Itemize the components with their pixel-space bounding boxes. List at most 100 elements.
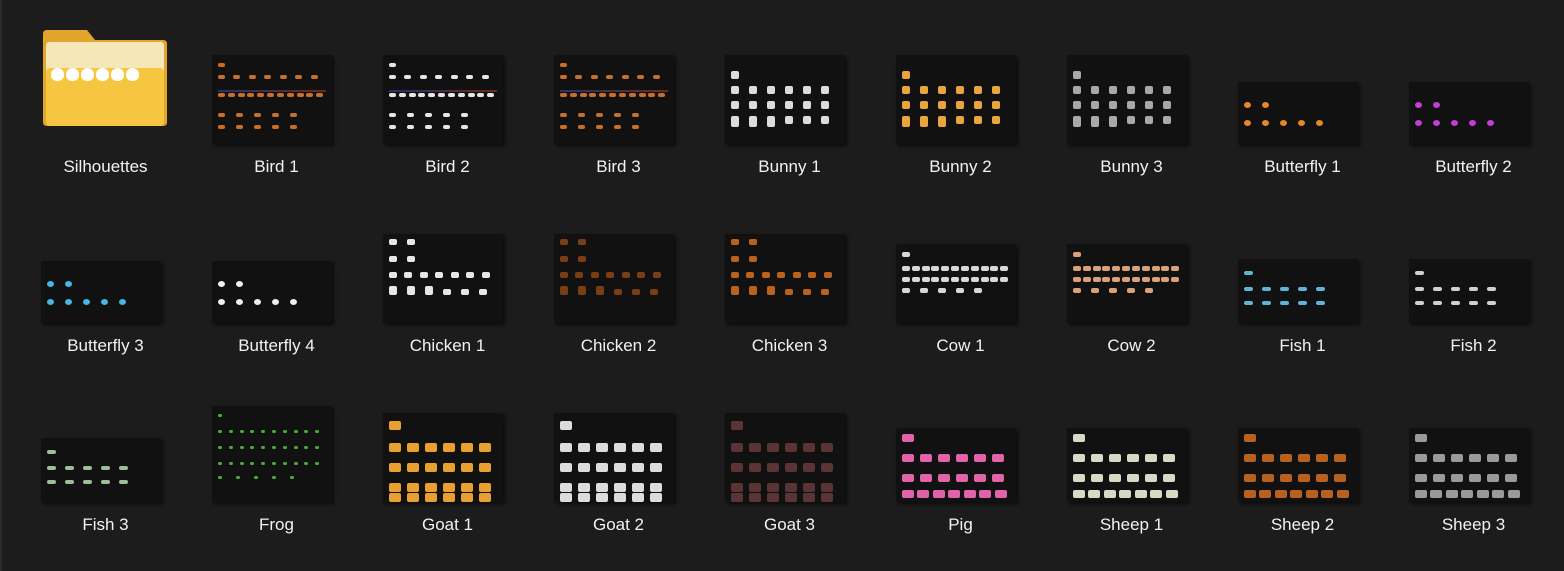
- sprite-sheet-thumbnail: [212, 406, 332, 502]
- sprite-frame: [648, 93, 656, 97]
- sprite-frame: [1145, 454, 1157, 462]
- sprite-frame: [65, 299, 72, 305]
- item-name: Bird 2: [425, 157, 470, 176]
- sprite-frame: [248, 75, 256, 79]
- sprite-frame: [948, 490, 961, 498]
- file-item[interactable]: Sheep 3: [1388, 358, 1559, 537]
- sprite-frame: [1415, 287, 1424, 291]
- sprite-frame: [315, 446, 320, 449]
- file-item[interactable]: Chicken 2: [533, 179, 704, 358]
- sprite-frame: [596, 113, 603, 117]
- sprite-frame: [272, 462, 276, 465]
- sprite-frame: [821, 483, 833, 492]
- sprite-frame: [1507, 490, 1520, 498]
- file-item[interactable]: Bird 1: [191, 0, 362, 179]
- sprite-frame: [992, 454, 1004, 462]
- file-item[interactable]: Goat 1: [362, 358, 533, 537]
- sprite-frame: [389, 75, 396, 79]
- sprite-sheet-thumbnail: [896, 428, 1016, 502]
- sprite-frame: [1112, 277, 1121, 282]
- file-item[interactable]: Butterfly 4: [191, 179, 362, 358]
- sprite-frame: [279, 75, 287, 79]
- sprite-frame: [477, 93, 485, 97]
- sprite-frame: [304, 430, 309, 433]
- sprite-frame: [956, 454, 968, 462]
- silhouette-preview: [111, 68, 124, 81]
- sprite-frame: [389, 421, 401, 430]
- sprite-frame: [1163, 454, 1175, 462]
- sprite-frame: [443, 493, 455, 502]
- file-item[interactable]: Goat 3: [704, 358, 875, 537]
- file-item[interactable]: Pig: [875, 358, 1046, 537]
- file-item[interactable]: Butterfly 3: [20, 179, 191, 358]
- sprite-frame: [443, 463, 455, 472]
- item-name: Goat 3: [763, 515, 816, 534]
- file-item[interactable]: Frog: [191, 358, 362, 537]
- sprite-frame: [749, 119, 757, 127]
- file-item[interactable]: Fish 2: [1388, 179, 1559, 358]
- sprite-frame: [407, 125, 414, 129]
- sprite-frame: [1433, 287, 1442, 291]
- sprite-frame: [1127, 288, 1135, 293]
- sprite-frame: [1244, 287, 1253, 291]
- sprite-frame: [1073, 434, 1085, 442]
- sprite-frame: [920, 101, 928, 109]
- file-item[interactable]: Bunny 3: [1046, 0, 1217, 179]
- sprite-frame: [1451, 454, 1463, 462]
- sprite-sheet-thumbnail: [725, 413, 845, 502]
- sprite-frame: [921, 266, 930, 271]
- file-item[interactable]: Cow 1: [875, 179, 1046, 358]
- file-item[interactable]: Butterfly 1: [1217, 0, 1388, 179]
- sprite-frame: [389, 256, 397, 262]
- sprite-frame: [956, 288, 964, 293]
- sprite-frame: [749, 483, 761, 492]
- sprite-frame: [425, 443, 437, 452]
- file-item[interactable]: Butterfly 2: [1388, 0, 1559, 179]
- sprite-sheet-thumbnail: [554, 413, 674, 502]
- file-item[interactable]: Bunny 1: [704, 0, 875, 179]
- sprite-frame: [218, 75, 225, 79]
- sprite-frame: [425, 125, 432, 129]
- file-item[interactable]: Fish 1: [1217, 179, 1388, 358]
- silhouette-preview: [66, 68, 79, 81]
- file-item[interactable]: Chicken 1: [362, 179, 533, 358]
- sprite-frame: [237, 93, 245, 97]
- sprite-frame: [731, 239, 739, 245]
- sprite-frame: [621, 75, 629, 79]
- sprite-frame: [590, 75, 598, 79]
- sprite-frame: [792, 272, 801, 278]
- sprite-frame: [1000, 277, 1009, 282]
- file-item[interactable]: Chicken 3: [704, 179, 875, 358]
- sprite-frame: [1505, 454, 1517, 462]
- sprite-frame: [254, 299, 261, 305]
- sprite-frame: [938, 474, 950, 482]
- sprite-frame: [1244, 434, 1256, 442]
- file-item[interactable]: Sheep 1: [1046, 358, 1217, 537]
- file-item[interactable]: Bird 3: [533, 0, 704, 179]
- sprite-frame: [296, 93, 304, 97]
- sprite-frame: [1280, 301, 1289, 305]
- file-item[interactable]: Cow 2: [1046, 179, 1217, 358]
- sprite-frame: [785, 483, 797, 492]
- sprite-frame: [652, 75, 660, 79]
- sprite-frame: [632, 493, 644, 502]
- folder-item[interactable]: Silhouettes: [20, 0, 191, 179]
- sprite-frame: [461, 463, 473, 472]
- file-item[interactable]: Bunny 2: [875, 0, 1046, 179]
- sprite-frame: [425, 493, 437, 502]
- sprite-frame: [767, 463, 779, 472]
- file-item[interactable]: Fish 3: [20, 358, 191, 537]
- file-item[interactable]: Bird 2: [362, 0, 533, 179]
- sprite-frame: [389, 93, 396, 97]
- sprite-frame: [1122, 266, 1131, 271]
- file-item[interactable]: Sheep 2: [1217, 358, 1388, 537]
- sprite-frame: [1103, 490, 1116, 498]
- sprite-frame: [1161, 277, 1170, 282]
- sprite-frame: [1262, 454, 1274, 462]
- sprite-frame: [575, 272, 584, 278]
- sprite-frame: [1415, 490, 1427, 498]
- item-name: Goat 1: [421, 515, 474, 534]
- sprite-frame: [731, 483, 743, 492]
- sprite-frame: [1305, 490, 1318, 498]
- file-item[interactable]: Goat 2: [533, 358, 704, 537]
